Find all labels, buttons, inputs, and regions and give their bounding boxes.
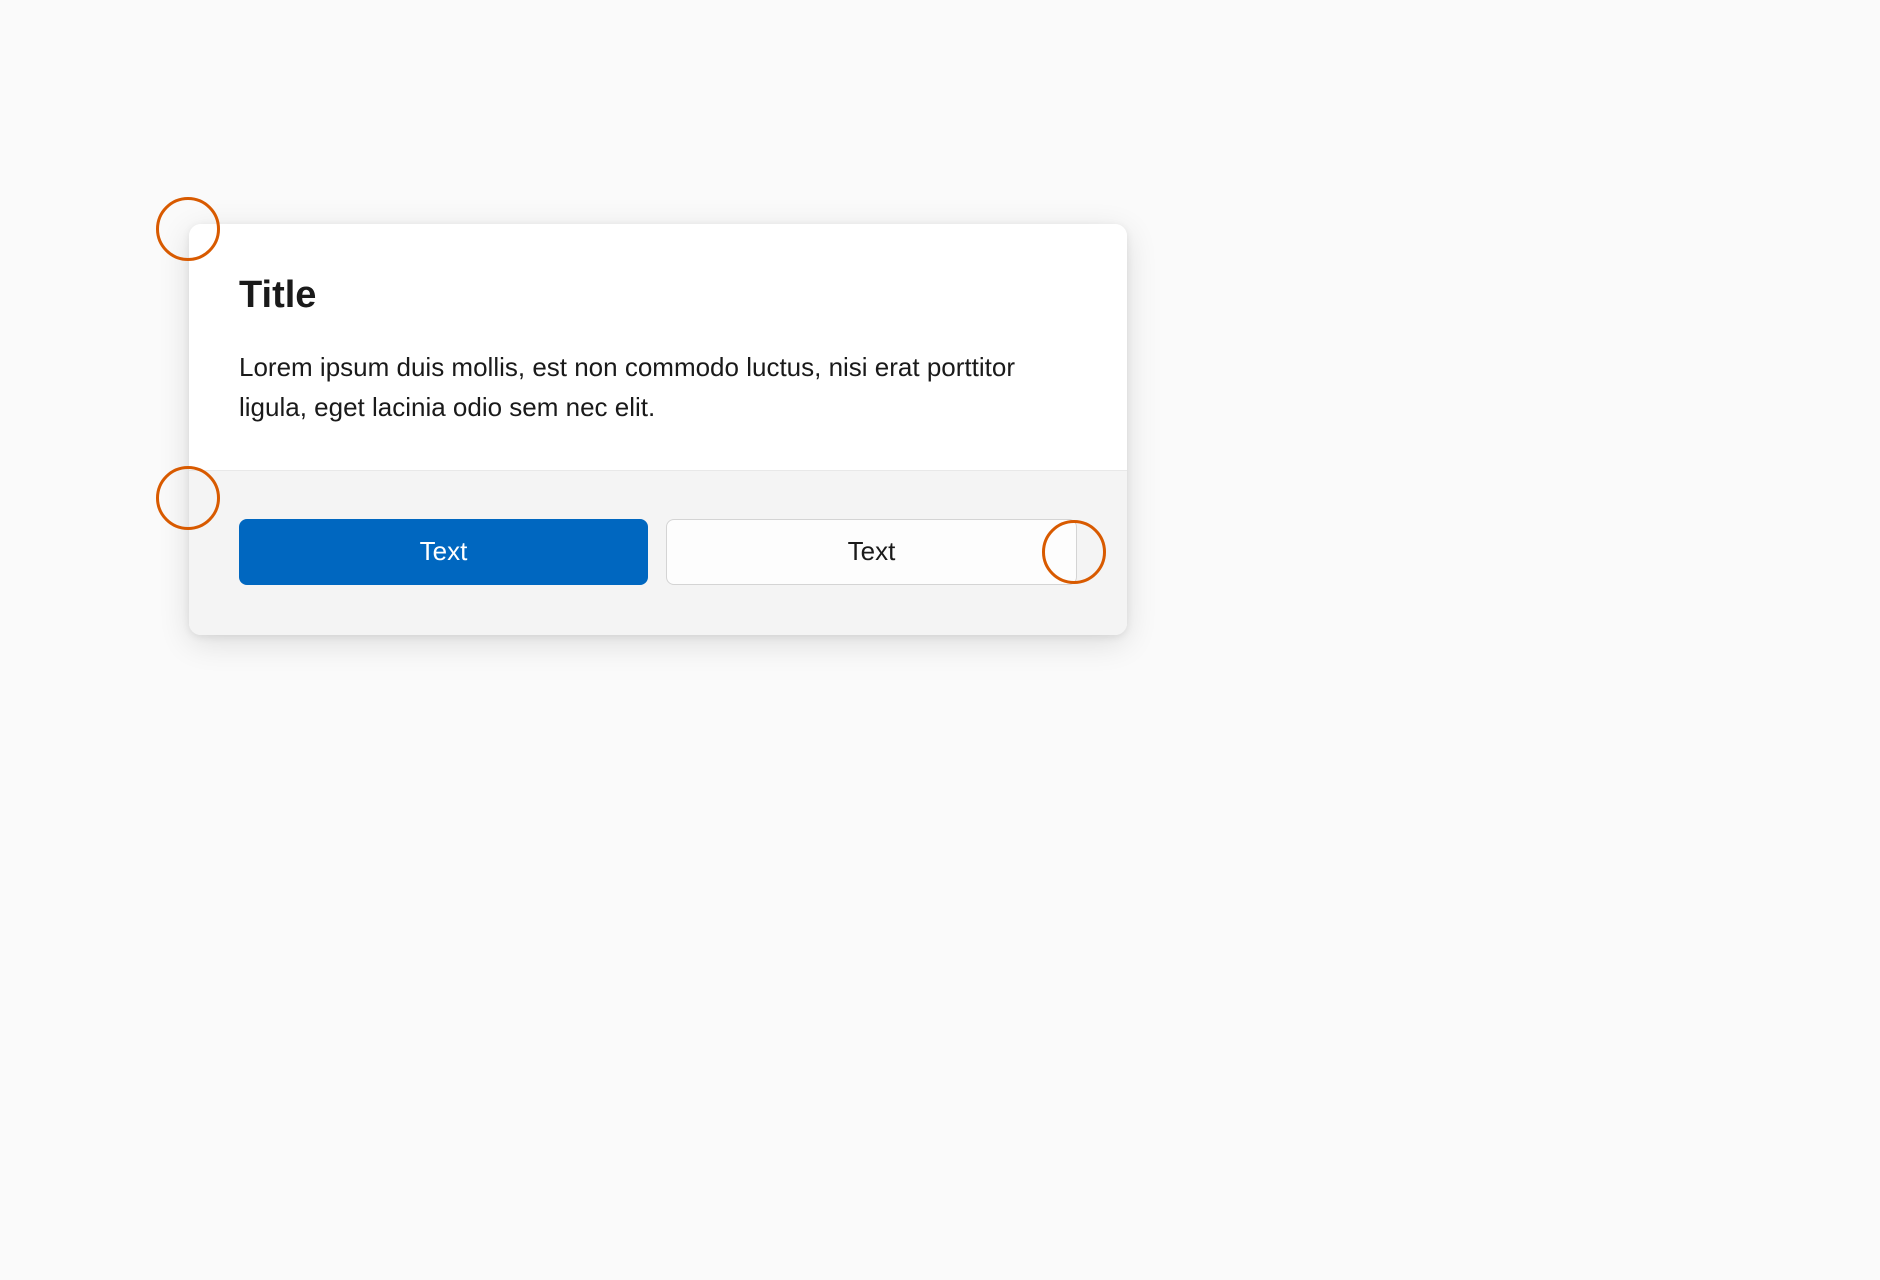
secondary-button[interactable]: Text	[666, 519, 1077, 585]
dialog-footer: Text Text	[189, 470, 1127, 635]
dialog-content: Title Lorem ipsum duis mollis, est non c…	[189, 224, 1127, 470]
dialog-body: Lorem ipsum duis mollis, est non commodo…	[239, 347, 1077, 428]
dialog-title: Title	[239, 274, 1077, 317]
dialog: Title Lorem ipsum duis mollis, est non c…	[189, 224, 1127, 635]
primary-button[interactable]: Text	[239, 519, 648, 585]
